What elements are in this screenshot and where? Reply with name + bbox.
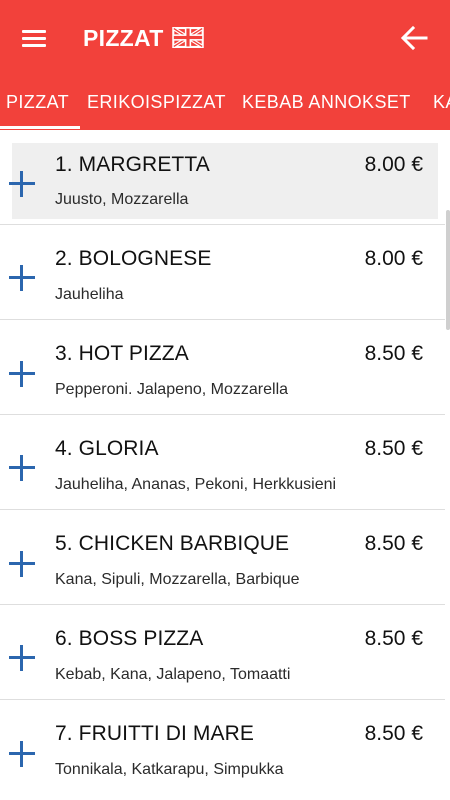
- item-description: Pepperoni. Jalapeno, Mozzarella: [55, 381, 289, 398]
- tab-next-category[interactable]: KA: [433, 90, 450, 114]
- menu-item-2[interactable]: 2. BOLOGNESE 8.00 € Jauheliha: [0, 225, 445, 320]
- item-name: 3. HOT PIZZA: [55, 342, 189, 365]
- item-price: 8.50 €: [364, 722, 423, 745]
- active-tab-indicator: [0, 126, 80, 129]
- menu-item-3[interactable]: 3. HOT PIZZA 8.50 € Pepperoni. Jalapeno,…: [0, 320, 445, 415]
- scrollbar[interactable]: [446, 130, 450, 800]
- menu-item-4[interactable]: 4. GLORIA 8.50 € Jauheliha, Ananas, Peko…: [0, 415, 445, 510]
- hamburger-menu-icon[interactable]: [22, 26, 48, 50]
- item-description: Kebab, Kana, Jalapeno, Tomaatti: [55, 666, 291, 683]
- menu-item-5[interactable]: 5. CHICKEN BARBIQUE 8.50 € Kana, Sipuli,…: [0, 510, 445, 605]
- item-name: 5. CHICKEN BARBIQUE: [55, 532, 290, 555]
- item-price: 8.00 €: [364, 153, 423, 176]
- item-description: Juusto, Mozzarella: [55, 191, 189, 208]
- app-bar: PIZZAT: [0, 0, 450, 76]
- item-price: 8.00 €: [364, 247, 423, 270]
- item-price: 8.50 €: [364, 532, 423, 555]
- add-icon[interactable]: [9, 171, 35, 197]
- item-description: Jauheliha: [55, 286, 124, 303]
- item-name: 4. GLORIA: [55, 437, 159, 460]
- item-name: 2. BOLOGNESE: [55, 247, 212, 270]
- uk-flag-icon[interactable]: [172, 27, 204, 48]
- add-icon[interactable]: [9, 645, 35, 671]
- add-icon[interactable]: [9, 551, 35, 577]
- arrow-back-icon[interactable]: [400, 25, 428, 51]
- tab-erikoispizzat[interactable]: ERIKOISPIZZAT: [87, 90, 226, 114]
- item-name: 7. FRUITTI DI MARE: [55, 722, 254, 745]
- add-icon[interactable]: [9, 265, 35, 291]
- menu-item-7[interactable]: 7. FRUITTI DI MARE 8.50 € Tonnikala, Kat…: [0, 700, 445, 795]
- add-icon[interactable]: [9, 455, 35, 481]
- item-description: Jauheliha, Ananas, Pekoni, Herkkusieni: [55, 476, 337, 493]
- category-tabs: PIZZAT ERIKOISPIZZAT KEBAB ANNOKSET KA: [0, 76, 450, 130]
- scrollbar-thumb[interactable]: [446, 210, 450, 330]
- item-name: 1. MARGRETTA: [55, 153, 210, 176]
- add-icon[interactable]: [9, 361, 35, 387]
- item-price: 8.50 €: [364, 437, 423, 460]
- item-price: 8.50 €: [364, 342, 423, 365]
- item-name: 6. BOSS PIZZA: [55, 627, 204, 650]
- tab-kebab-annokset[interactable]: KEBAB ANNOKSET: [242, 90, 411, 114]
- item-description: Kana, Sipuli, Mozzarella, Barbique: [55, 571, 300, 588]
- add-icon[interactable]: [9, 741, 35, 767]
- menu-list[interactable]: 1. MARGRETTA 8.00 € Juusto, Mozzarella 2…: [0, 130, 450, 800]
- item-price: 8.50 €: [364, 627, 423, 650]
- item-description: Tonnikala, Katkarapu, Simpukka: [55, 761, 284, 778]
- page-title: PIZZAT: [83, 25, 164, 51]
- menu-item-6[interactable]: 6. BOSS PIZZA 8.50 € Kebab, Kana, Jalape…: [0, 605, 445, 700]
- tab-pizzat[interactable]: PIZZAT: [6, 90, 69, 114]
- menu-item-1[interactable]: 1. MARGRETTA 8.00 € Juusto, Mozzarella: [0, 130, 445, 225]
